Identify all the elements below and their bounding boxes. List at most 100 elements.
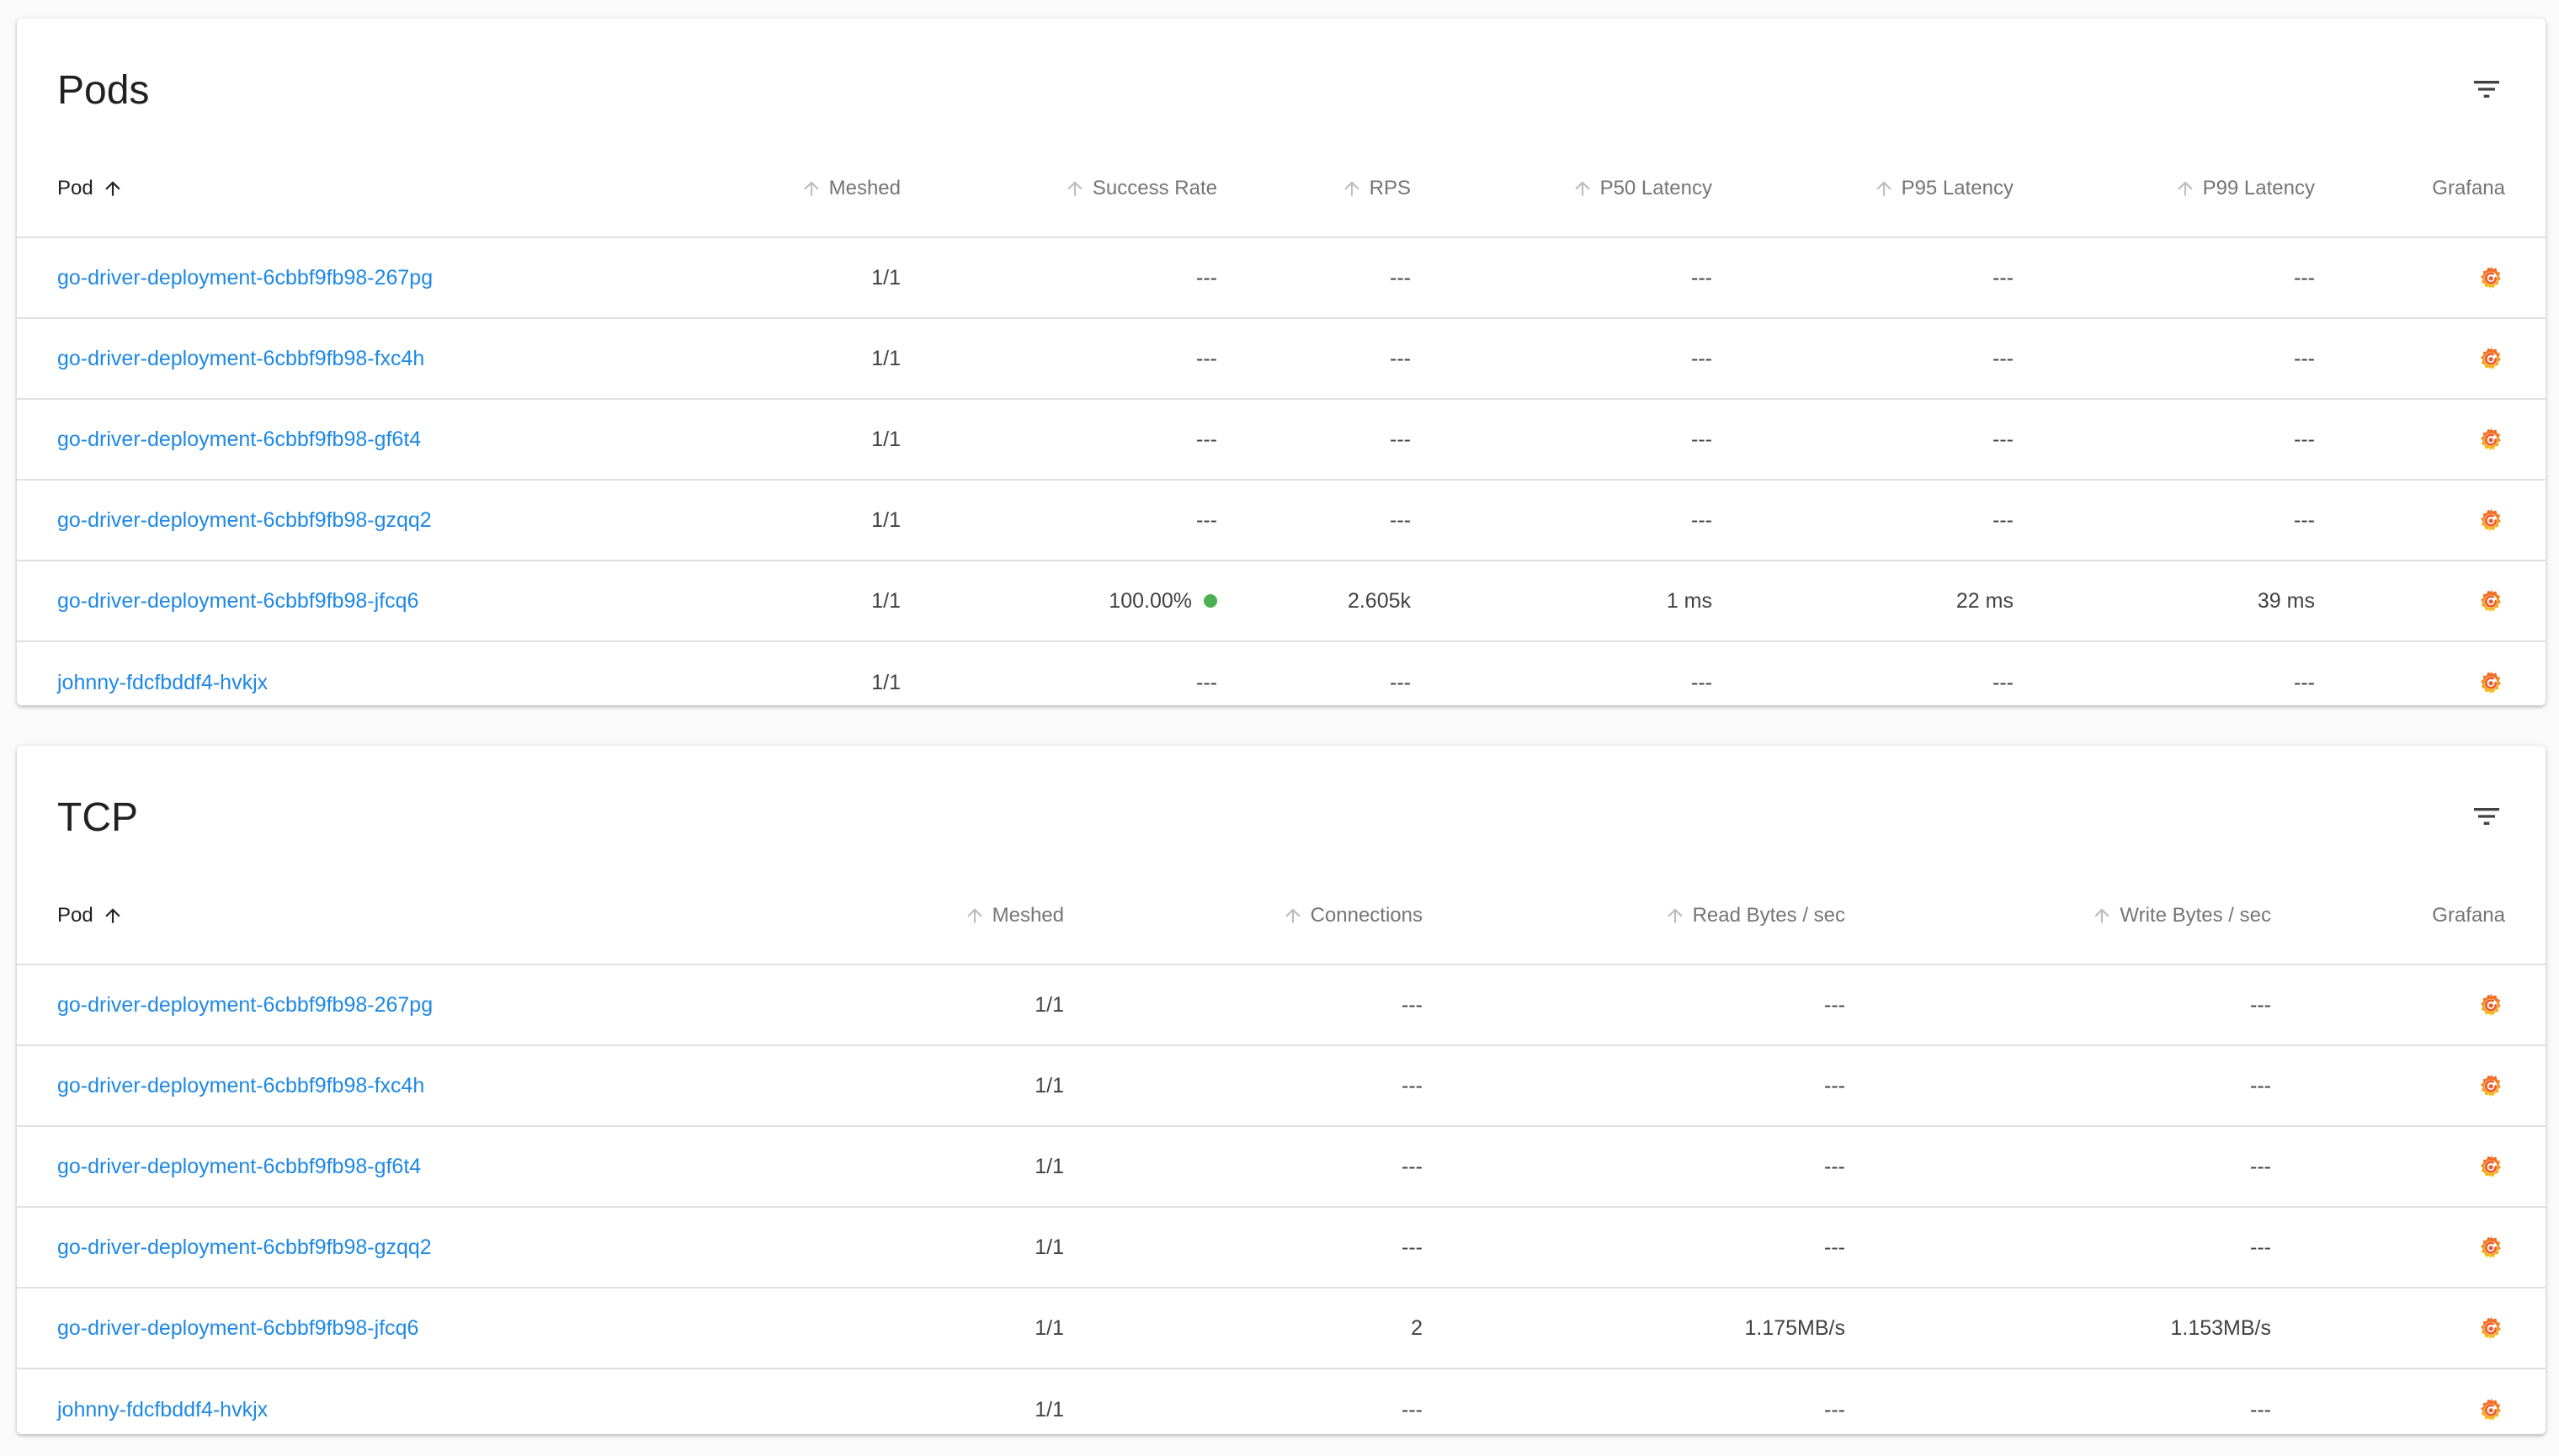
- col-header-success-rate[interactable]: Success Rate: [901, 177, 1217, 200]
- pod-link[interactable]: go-driver-deployment-6cbbf9fb98-267pg: [57, 993, 433, 1018]
- rps-cell: ---: [1217, 508, 1411, 533]
- col-header-meshed[interactable]: Meshed: [646, 177, 901, 200]
- col-header-read-bytes-label: Read Bytes / sec: [1692, 904, 1845, 927]
- pods-filter-button[interactable]: [2463, 66, 2510, 113]
- success-rate-cell-value: ---: [1196, 670, 1217, 694]
- read-bytes-cell-value: ---: [1824, 1073, 1845, 1097]
- col-header-p99[interactable]: P99 Latency: [2014, 177, 2315, 200]
- pod-link[interactable]: go-driver-deployment-6cbbf9fb98-fxc4h: [57, 1074, 424, 1098]
- col-header-pod-label: Pod: [57, 904, 93, 927]
- col-header-p95[interactable]: P95 Latency: [1712, 177, 2014, 200]
- col-header-write-bytes[interactable]: Write Bytes / sec: [1845, 904, 2271, 927]
- meshed-cell-value: 1/1: [1035, 1315, 1064, 1340]
- tcp-table: Pod Meshed Connections Read Bytes / sec …: [17, 868, 2546, 1450]
- p95-cell-value: ---: [1992, 507, 2014, 532]
- tcp-table-header: Pod Meshed Connections Read Bytes / sec …: [17, 868, 2546, 965]
- pod-link[interactable]: go-driver-deployment-6cbbf9fb98-gf6t4: [57, 1155, 421, 1179]
- pod-link[interactable]: go-driver-deployment-6cbbf9fb98-267pg: [57, 266, 433, 290]
- success-rate-cell: ---: [901, 266, 1217, 290]
- grafana-cell[interactable]: [2271, 1071, 2505, 1100]
- col-header-meshed-label: Meshed: [992, 904, 1064, 927]
- p50-cell: ---: [1411, 508, 1712, 533]
- grafana-icon[interactable]: [2477, 587, 2505, 615]
- col-header-p50[interactable]: P50 Latency: [1411, 177, 1712, 200]
- pod-link[interactable]: go-driver-deployment-6cbbf9fb98-jfcq6: [57, 1316, 418, 1341]
- pod-cell: go-driver-deployment-6cbbf9fb98-fxc4h: [57, 347, 646, 371]
- col-header-rps-label: RPS: [1369, 177, 1411, 199]
- pod-link[interactable]: go-driver-deployment-6cbbf9fb98-jfcq6: [57, 589, 418, 614]
- table-row: go-driver-deployment-6cbbf9fb98-fxc4h 1/1…: [17, 1046, 2546, 1127]
- rps-cell-value: ---: [1390, 265, 1411, 290]
- col-header-pod[interactable]: Pod: [57, 177, 646, 200]
- grafana-cell[interactable]: [2315, 668, 2505, 697]
- p95-cell: ---: [1712, 347, 2014, 371]
- grafana-cell[interactable]: [2315, 344, 2505, 373]
- pod-link[interactable]: go-driver-deployment-6cbbf9fb98-gzqq2: [57, 508, 432, 533]
- col-header-meshed[interactable]: Meshed: [646, 904, 1064, 927]
- grafana-icon[interactable]: [2477, 668, 2505, 697]
- connections-cell: ---: [1064, 1074, 1423, 1098]
- pod-link[interactable]: go-driver-deployment-6cbbf9fb98-fxc4h: [57, 347, 424, 371]
- pods-table: Pod Meshed Success Rate RPS P50 Latency: [17, 141, 2546, 723]
- p99-cell-value: ---: [2294, 346, 2315, 370]
- col-header-read-bytes[interactable]: Read Bytes / sec: [1423, 904, 1845, 927]
- grafana-cell[interactable]: [2271, 1395, 2505, 1424]
- meshed-cell: 1/1: [646, 993, 1064, 1018]
- p50-cell: 1 ms: [1411, 589, 1712, 614]
- read-bytes-cell: ---: [1423, 993, 1845, 1018]
- sort-arrow-icon: [803, 181, 819, 196]
- tcp-filter-button[interactable]: [2463, 793, 2510, 840]
- grafana-cell[interactable]: [2315, 587, 2505, 615]
- col-header-p50-label: P50 Latency: [1599, 177, 1712, 199]
- grafana-icon[interactable]: [2477, 1395, 2505, 1424]
- grafana-cell[interactable]: [2271, 1152, 2505, 1181]
- grafana-icon[interactable]: [2477, 1071, 2505, 1100]
- success-rate-cell-value: ---: [1196, 265, 1217, 290]
- p95-cell-value: ---: [1992, 265, 2014, 290]
- pod-cell: go-driver-deployment-6cbbf9fb98-jfcq6: [57, 1316, 646, 1341]
- p95-cell: ---: [1712, 671, 2014, 695]
- col-header-connections[interactable]: Connections: [1064, 904, 1423, 927]
- col-header-rps[interactable]: RPS: [1217, 177, 1411, 200]
- pod-link[interactable]: johnny-fdcfbddf4-hvkjx: [57, 1398, 268, 1422]
- grafana-icon[interactable]: [2477, 344, 2505, 373]
- col-header-pod[interactable]: Pod: [57, 904, 646, 927]
- read-bytes-cell-value: ---: [1824, 1397, 1845, 1421]
- p99-cell-value: ---: [2294, 265, 2315, 290]
- grafana-cell[interactable]: [2271, 1233, 2505, 1262]
- grafana-cell[interactable]: [2271, 991, 2505, 1019]
- grafana-icon[interactable]: [2477, 425, 2505, 454]
- pod-link[interactable]: go-driver-deployment-6cbbf9fb98-gzqq2: [57, 1235, 432, 1260]
- grafana-icon[interactable]: [2477, 263, 2505, 292]
- filter-list-icon: [2474, 81, 2499, 98]
- grafana-cell[interactable]: [2315, 425, 2505, 454]
- success-rate-cell: ---: [901, 508, 1217, 533]
- grafana-icon[interactable]: [2477, 1314, 2505, 1342]
- grafana-icon[interactable]: [2477, 506, 2505, 534]
- grafana-icon[interactable]: [2477, 991, 2505, 1019]
- grafana-cell[interactable]: [2315, 506, 2505, 534]
- grafana-cell[interactable]: [2271, 1314, 2505, 1342]
- sort-arrow-icon: [2094, 908, 2110, 923]
- pod-cell: go-driver-deployment-6cbbf9fb98-gf6t4: [57, 428, 646, 452]
- grafana-cell[interactable]: [2315, 263, 2505, 292]
- read-bytes-cell-value: ---: [1824, 1154, 1845, 1178]
- sort-arrow-icon: [966, 908, 982, 923]
- write-bytes-cell: ---: [1845, 1235, 2271, 1260]
- meshed-cell-value: 1/1: [1035, 1397, 1064, 1421]
- sort-arrow-icon: [1875, 181, 1891, 196]
- pod-cell: go-driver-deployment-6cbbf9fb98-gf6t4: [57, 1155, 646, 1179]
- p95-cell-value: 22 ms: [1955, 588, 2014, 613]
- col-header-success-rate-label: Success Rate: [1092, 177, 1217, 199]
- grafana-icon[interactable]: [2477, 1152, 2505, 1181]
- table-row: go-driver-deployment-6cbbf9fb98-267pg 1/1…: [17, 238, 2546, 319]
- col-header-meshed-label: Meshed: [828, 177, 901, 199]
- grafana-icon[interactable]: [2477, 1233, 2505, 1262]
- pod-link[interactable]: johnny-fdcfbddf4-hvkjx: [57, 671, 268, 695]
- pods-table-header: Pod Meshed Success Rate RPS P50 Latency: [17, 141, 2546, 238]
- pod-link[interactable]: go-driver-deployment-6cbbf9fb98-gf6t4: [57, 428, 421, 452]
- read-bytes-cell: 1.175MB/s: [1423, 1316, 1845, 1341]
- table-row: go-driver-deployment-6cbbf9fb98-gzqq2 1/1…: [17, 481, 2546, 561]
- p99-cell: ---: [2014, 266, 2315, 290]
- sort-arrow-icon: [1667, 908, 1683, 923]
